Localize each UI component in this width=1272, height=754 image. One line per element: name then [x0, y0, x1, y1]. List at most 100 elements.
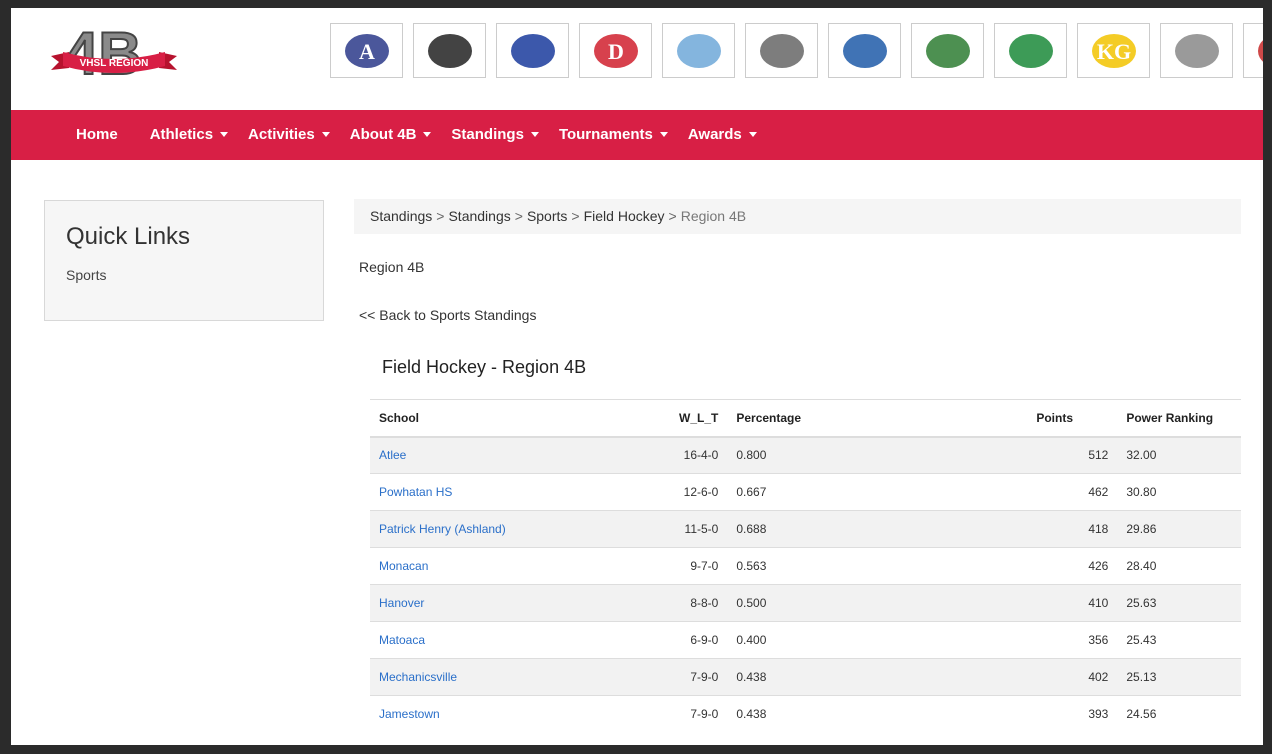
table-title: Field Hockey - Region 4B [382, 357, 587, 377]
cell-school[interactable]: Jamestown [370, 695, 670, 733]
nav-item-about-4b[interactable]: About 4B [340, 110, 442, 160]
header-school: School [370, 399, 670, 438]
back-to-sports-standings-link[interactable]: << Back to Sports Standings [359, 307, 536, 323]
cell-points: 356 [1027, 621, 1118, 659]
atlee-logo-letter: A [359, 39, 375, 64]
table-row: Jamestown 7-9-0 0.438 393 24.56 [370, 695, 1241, 733]
partial-logo[interactable] [1243, 23, 1263, 78]
cell-points: 402 [1027, 658, 1118, 696]
cell-wlt: 9-7-0 [670, 547, 728, 585]
breadcrumb-item-standings[interactable]: Standings [370, 208, 432, 224]
cell-wlt: 7-9-0 [670, 695, 728, 733]
caret-down-icon [530, 131, 539, 137]
main-nav: Home Athletics Activities About 4B Standings… [11, 110, 1263, 160]
logo-ribbon-text: VHSL REGION [80, 58, 149, 69]
cell-school[interactable]: Atlee [370, 436, 670, 474]
nav-item-standings[interactable]: Standings [441, 110, 549, 160]
cell-wlt: 6-9-0 [670, 621, 728, 659]
nav-item-label: Athletics [149, 126, 214, 143]
cell-wlt: 8-8-0 [670, 584, 728, 622]
nav-item-label: Activities [248, 126, 315, 143]
d-icon: D [594, 34, 638, 68]
cell-school[interactable]: Patrick Henry (Ashland) [370, 510, 670, 548]
bulldog-icon [760, 34, 804, 68]
hawk-icon [843, 34, 887, 68]
logo-big-text: 4B [65, 22, 142, 87]
cell-school[interactable]: Monacan [370, 547, 670, 585]
table-row: Monacan 9-7-0 0.563 426 28.40 [370, 547, 1241, 585]
page: 4B VHSL REGION A D KG Home Athletics Activit… [11, 8, 1263, 745]
cell-power-ranking: 28.40 [1117, 547, 1241, 585]
nav-item-tournaments[interactable]: Tournaments [549, 110, 678, 160]
atlee-icon: A [345, 34, 389, 68]
cell-power-ranking: 24.56 [1117, 695, 1241, 733]
cell-power-ranking: 25.43 [1117, 621, 1241, 659]
nav-item-label: Standings [451, 126, 524, 143]
header-points: Points [1027, 399, 1118, 438]
region-4b-logo-graphic: 4B VHSL REGION [51, 19, 177, 88]
paw-logo[interactable] [496, 23, 569, 78]
falcon-icon [1009, 34, 1053, 68]
quick-links-title: Quick Links [66, 223, 191, 250]
knight-logo[interactable] [413, 23, 486, 78]
mustang-icon [1175, 34, 1219, 68]
nav-item-awards[interactable]: Awards [678, 110, 767, 160]
table-header-row: School W_L_T Percentage Points Power Ran… [370, 399, 1241, 438]
kg-logo[interactable]: KG [1077, 23, 1150, 78]
nav-item-label: About 4B [349, 126, 417, 143]
cell-points: 512 [1027, 436, 1118, 474]
cell-power-ranking: 30.80 [1117, 473, 1241, 511]
nav-item-home[interactable]: Home [66, 110, 128, 160]
breadcrumb-item-field-hockey[interactable]: Field Hockey [584, 208, 665, 224]
cell-wlt: 11-5-0 [670, 510, 728, 548]
table-row: Matoaca 6-9-0 0.400 356 25.43 [370, 621, 1241, 659]
cell-school[interactable]: Matoaca [370, 621, 670, 659]
breadcrumb-item-sports[interactable]: Sports [527, 208, 567, 224]
d-logo[interactable]: D [579, 23, 652, 78]
cell-percentage: 0.563 [727, 547, 1028, 585]
quick-links-panel: Quick Links Sports [44, 200, 324, 321]
cell-wlt: 16-4-0 [670, 436, 728, 474]
hawk-logo[interactable] [828, 23, 901, 78]
region-4b-logo[interactable]: 4B VHSL REGION [51, 19, 177, 90]
cell-points: 410 [1027, 584, 1118, 622]
quick-link-sports[interactable]: Sports [66, 267, 106, 283]
cell-school[interactable]: Powhatan HS [370, 473, 670, 511]
tornado-logo[interactable] [662, 23, 735, 78]
cell-percentage: 0.500 [727, 584, 1028, 622]
bulldog-logo[interactable] [745, 23, 818, 78]
cell-points: 418 [1027, 510, 1118, 548]
mustang-logo[interactable] [1160, 23, 1233, 78]
table-row: Patrick Henry (Ashland) 11-5-0 0.688 418 29.… [370, 510, 1241, 548]
nav-item-athletics[interactable]: Athletics [140, 110, 238, 160]
knight-icon [428, 34, 472, 68]
tornado-icon [677, 34, 721, 68]
header-wlt: W_L_T [670, 399, 728, 438]
d-logo-letter: D [608, 39, 624, 64]
breadcrumb: Standings > Standings > Sports > Field Hockey >… [354, 199, 1241, 234]
table-row: Mechanicsville 7-9-0 0.438 402 25.13 [370, 658, 1241, 696]
paw-icon [511, 34, 555, 68]
cell-school[interactable]: Hanover [370, 584, 670, 622]
caret-down-icon [659, 131, 668, 137]
region-label: Region 4B [359, 259, 425, 275]
caret-down-icon [220, 131, 229, 137]
cell-percentage: 0.438 [727, 658, 1028, 696]
table-row: Atlee 16-4-0 0.800 512 32.00 [370, 436, 1241, 474]
breadcrumb-separator: > [668, 208, 677, 224]
kg-icon: KG [1092, 34, 1136, 68]
standings-table: School W_L_T Percentage Points Power Ran… [370, 399, 1241, 733]
cell-school[interactable]: Mechanicsville [370, 658, 670, 696]
site-header: 4B VHSL REGION A D KG [11, 8, 1263, 110]
kg-logo-letter: KG [1097, 39, 1131, 64]
cell-percentage: 0.667 [727, 473, 1028, 511]
partial-icon [1258, 40, 1263, 62]
cell-percentage: 0.438 [727, 695, 1028, 733]
patriot-logo[interactable] [911, 23, 984, 78]
atlee-logo[interactable]: A [330, 23, 403, 78]
nav-item-activities[interactable]: Activities [238, 110, 340, 160]
falcon-logo[interactable] [994, 23, 1067, 78]
header-power-ranking: Power Ranking [1117, 399, 1241, 438]
breadcrumb-item-standings-2[interactable]: Standings [448, 208, 510, 224]
header-percentage: Percentage [727, 399, 1028, 438]
